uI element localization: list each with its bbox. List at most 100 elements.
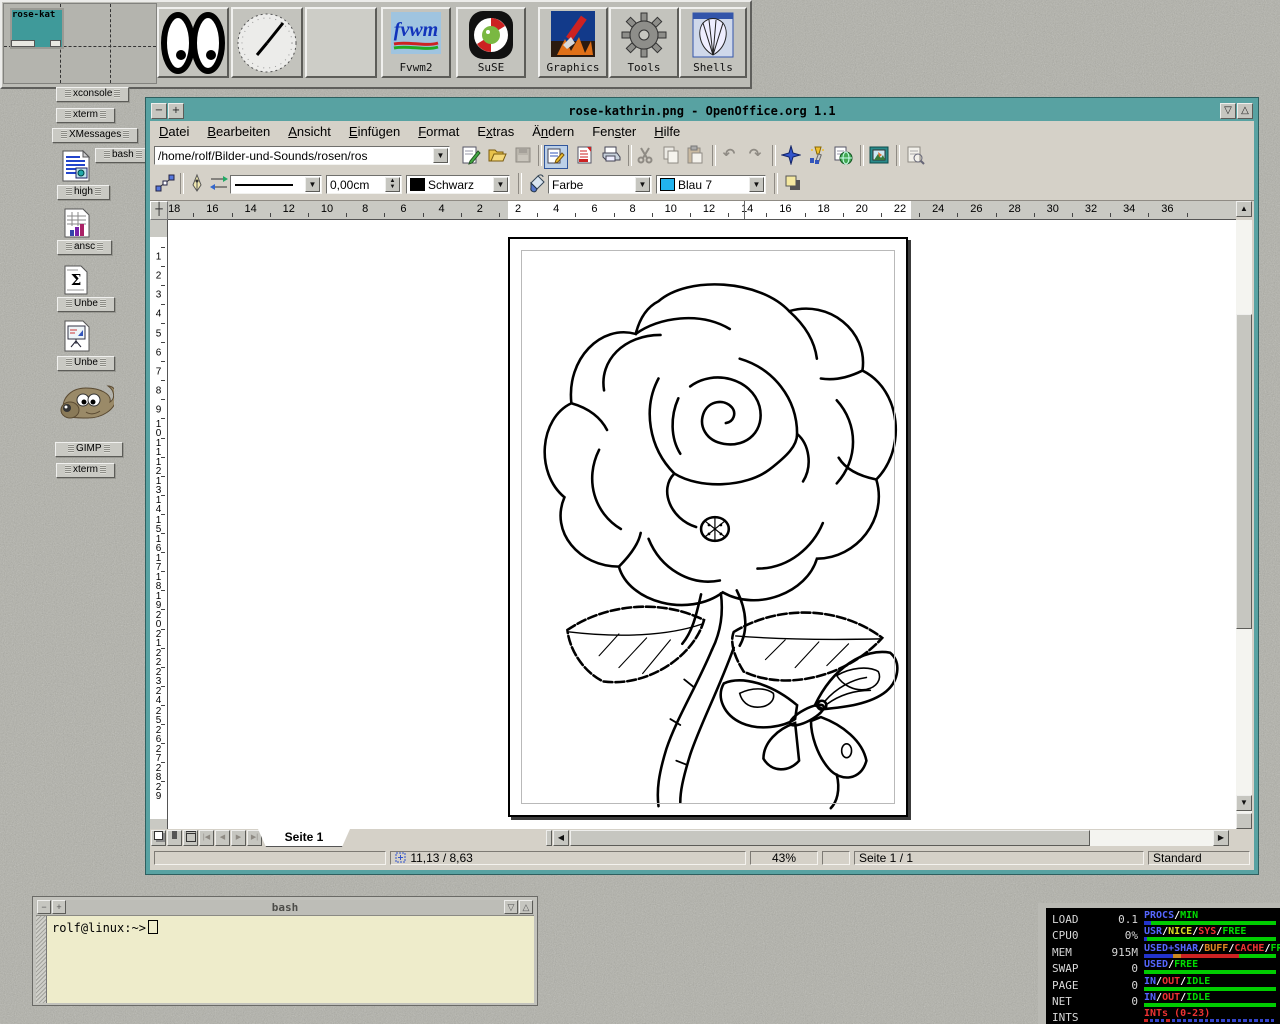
impress-document-icon[interactable] <box>64 320 90 357</box>
fill-style-select[interactable]: Farbe ▼ <box>548 175 652 194</box>
icon-xmessages[interactable]: XMessages <box>52 128 138 143</box>
pager-mini-window[interactable] <box>11 40 35 47</box>
fvwm2-button[interactable]: fvwm Fvwm2 <box>381 7 451 78</box>
line-width-spinner[interactable]: 0,00cm ▲▼ <box>326 175 402 194</box>
drawing-canvas[interactable] <box>168 220 1236 829</box>
vertical-ruler[interactable]: 1234567891011121314151617181920212223242… <box>150 220 168 829</box>
chevron-down-icon[interactable]: ▼ <box>635 177 650 192</box>
chevron-down-icon[interactable]: ▼ <box>493 177 508 192</box>
page-tab-seite1[interactable]: Seite 1 <box>258 829 350 847</box>
gallery-icon[interactable] <box>868 145 890 167</box>
menu-bearbeiten[interactable]: Bearbeiten <box>198 121 279 139</box>
icon-xconsole[interactable]: xconsole <box>56 87 129 102</box>
new-document-icon[interactable] <box>460 145 482 167</box>
arrow-style-icon[interactable] <box>208 173 230 195</box>
zoom-button[interactable]: △ <box>519 900 533 914</box>
shadow-icon[interactable] <box>782 173 804 195</box>
icon-xterm2[interactable]: xterm <box>56 463 115 478</box>
copy-icon[interactable] <box>660 145 682 167</box>
horizontal-scroll-thumb[interactable] <box>570 830 1090 846</box>
view-mode-button[interactable] <box>151 830 166 846</box>
shells-button[interactable]: Shells <box>679 7 747 78</box>
fill-bucket-icon[interactable] <box>526 173 548 195</box>
graphics-button[interactable]: Graphics <box>538 7 608 78</box>
zoom-icon[interactable] <box>806 145 828 167</box>
menu-fenster[interactable]: Fenster <box>583 121 645 139</box>
zoom-button[interactable]: △ <box>1237 103 1253 119</box>
icon-high[interactable]: high <box>57 185 110 200</box>
menu-datei[interactable]: Datei <box>150 121 198 139</box>
scroll-split-handle[interactable] <box>1236 813 1252 829</box>
shade-button[interactable]: ▽ <box>1220 103 1236 119</box>
export-pdf-icon[interactable] <box>574 145 596 167</box>
menu-format[interactable]: Format <box>409 121 468 139</box>
scroll-right-button[interactable]: ▶ <box>1213 830 1229 846</box>
terminal-title-bar[interactable]: − + bash ▽ △ <box>36 900 534 916</box>
shade-button[interactable]: ▽ <box>504 900 518 914</box>
paste-icon[interactable] <box>684 145 706 167</box>
vertical-scrollbar[interactable] <box>1236 220 1252 829</box>
layer-view-button[interactable] <box>183 830 198 846</box>
edit-file-icon[interactable] <box>544 145 568 169</box>
xeyes-button[interactable] <box>157 7 229 78</box>
terminal-scrollbar[interactable] <box>36 916 47 1003</box>
gimp-wilber-icon[interactable] <box>56 378 114 433</box>
pen-icon[interactable] <box>186 173 208 195</box>
status-zoom-field[interactable]: 43% <box>750 851 818 865</box>
scroll-up-button[interactable]: ▲ <box>1236 201 1252 217</box>
pager-mini-window[interactable] <box>50 40 61 47</box>
master-view-button[interactable] <box>167 830 182 846</box>
chevron-down-icon[interactable]: ▼ <box>433 148 448 163</box>
menu-extras[interactable]: Extras <box>468 121 523 139</box>
empty-panel-button[interactable] <box>305 7 377 78</box>
save-icon[interactable] <box>512 145 534 167</box>
menu-ansicht[interactable]: Ansicht <box>279 121 340 139</box>
edit-points-icon[interactable] <box>154 173 176 195</box>
vertical-scroll-thumb[interactable] <box>1236 314 1252 629</box>
fill-color-select[interactable]: Blau 7 ▼ <box>656 175 766 194</box>
calc-document-icon[interactable] <box>64 208 90 243</box>
cut-icon[interactable] <box>634 145 656 167</box>
menu-hilfe[interactable]: Hilfe <box>645 121 689 139</box>
datasources-icon[interactable] <box>904 145 926 167</box>
desktop-pager[interactable]: rose-kat <box>3 3 157 84</box>
icon-unbenannt2[interactable]: Unbe <box>57 356 115 371</box>
menu-einfügen[interactable]: Einfügen <box>340 121 409 139</box>
icon-unbenannt1[interactable]: Unbe <box>57 297 115 312</box>
icon-ansc[interactable]: ansc <box>57 240 112 255</box>
next-page-button[interactable]: ▶ <box>231 830 246 846</box>
hyperlink-globe-icon[interactable] <box>832 145 854 167</box>
clock-button[interactable] <box>231 7 303 78</box>
scroll-down-button[interactable]: ▼ <box>1236 795 1252 811</box>
drawing-page[interactable] <box>508 237 908 817</box>
menu-ändern[interactable]: Ändern <box>523 121 583 139</box>
chevron-down-icon[interactable]: ▼ <box>305 177 320 192</box>
scroll-left-button[interactable]: ◀ <box>553 830 569 846</box>
line-style-select[interactable]: ▼ <box>230 175 322 194</box>
writer-document-icon[interactable] <box>62 150 90 187</box>
chevron-down-icon[interactable]: ▼ <box>749 177 764 192</box>
title-bar[interactable]: − + rose-kathrin.png - OpenOffice.org 1.… <box>150 102 1254 122</box>
print-icon[interactable] <box>600 145 622 167</box>
horizontal-scrollbar[interactable] <box>570 830 1213 846</box>
undo-icon[interactable]: ↶ <box>718 145 740 167</box>
line-color-select[interactable]: Schwarz ▼ <box>406 175 510 194</box>
suse-button[interactable]: SuSE <box>456 7 526 78</box>
spinner-arrows-icon[interactable]: ▲▼ <box>385 177 400 192</box>
tools-button[interactable]: Tools <box>609 7 679 78</box>
icon-gimp[interactable]: GIMP <box>55 442 123 457</box>
ruler-origin-box[interactable]: ┼ <box>150 201 168 220</box>
tab-splitter[interactable] <box>546 830 552 846</box>
status-style-field[interactable]: Standard <box>1148 851 1250 865</box>
open-icon[interactable] <box>486 145 508 167</box>
url-combobox[interactable]: /home/rolf/Bilder-und-Sounds/rosen/ros ▼ <box>154 146 450 165</box>
first-page-button[interactable]: |◀ <box>199 830 214 846</box>
redo-icon[interactable]: ↷ <box>744 145 766 167</box>
terminal-screen[interactable]: rolf@linux:~> <box>36 916 534 1003</box>
prev-page-button[interactable]: ◀ <box>215 830 230 846</box>
horizontal-ruler[interactable]: 1816141210864224681012141618202224262830… <box>168 201 1236 220</box>
navigator-icon[interactable] <box>780 145 802 167</box>
icon-bash[interactable]: bash <box>95 148 151 163</box>
math-document-icon[interactable]: Σ <box>64 265 88 300</box>
icon-xterm[interactable]: xterm <box>56 108 115 123</box>
